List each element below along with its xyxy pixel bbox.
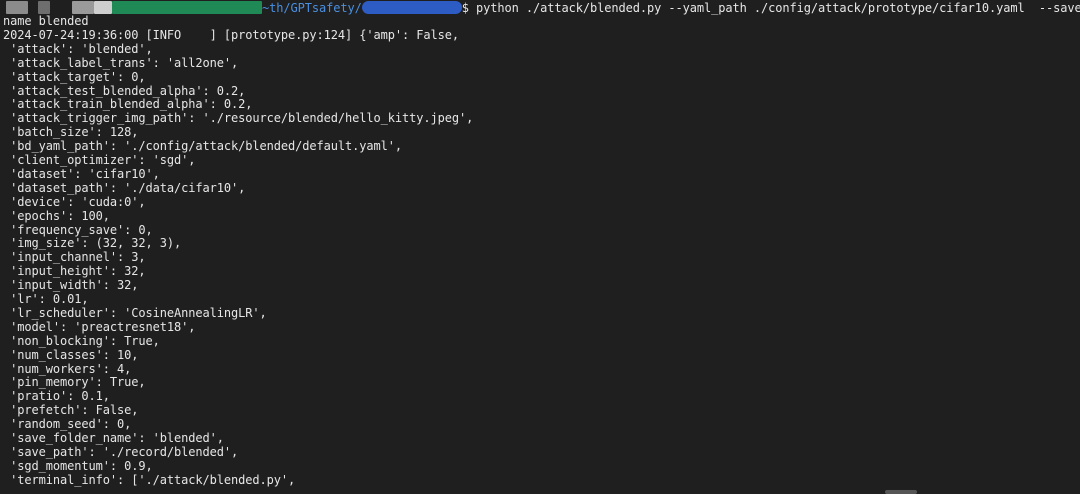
prompt-path: ~th/GPTsafety/ <box>262 0 362 15</box>
output-line: 'attack_target': 0, <box>3 69 146 84</box>
output-line: 'sgd_momentum': 0.9, <box>3 458 153 473</box>
output-line: 'attack': 'blended', <box>3 41 153 56</box>
output-line: 'input_width': 32, <box>3 278 139 293</box>
redacted-block-icon <box>72 1 94 14</box>
output-line: 'num_workers': 4, <box>3 361 132 376</box>
output-line: 'attack_label_trans': 'all2one', <box>3 55 239 70</box>
output-line: 'lr_scheduler': 'CosineAnnealingLR', <box>3 305 267 320</box>
output-line: 2024-07-24:19:36:00 [INFO ] [prototype.p… <box>3 27 459 42</box>
output-line: 'lr': 0.01, <box>3 292 89 306</box>
redacted-block-icon <box>112 1 262 14</box>
horizontal-scrollbar[interactable] <box>885 490 917 494</box>
redacted-block-icon <box>38 1 50 14</box>
output-line: 'model': 'preactresnet18', <box>3 319 196 334</box>
output-line: 'pin_memory': True, <box>3 375 146 390</box>
output-line: 'dataset': 'cifar10', <box>3 166 160 181</box>
output-line: 'num_classes': 10, <box>3 347 139 362</box>
redacted-block-icon <box>94 1 112 14</box>
output-line: 'dataset_path': './data/cifar10', <box>3 180 246 195</box>
output-line: 'attack_train_blended_alpha': 0.2, <box>3 97 253 112</box>
prompt-command: $ python ./attack/blended.py --yaml_path… <box>461 0 1080 15</box>
output-line: 'bd_yaml_path': './config/attack/blended… <box>3 139 402 154</box>
output-line: 'prefetch': False, <box>3 403 139 418</box>
output-line: 'attack_trigger_img_path': './resource/b… <box>3 111 474 126</box>
redacted-block-icon <box>361 1 462 14</box>
output-line: 'client_optimizer': 'sgd', <box>3 153 196 167</box>
terminal-window[interactable]: ~th/GPTsafety/ $ python ./attack/blended… <box>0 0 1080 494</box>
output-line: 'input_channel': 3, <box>3 250 146 265</box>
prompt-line: ~th/GPTsafety/ $ python ./attack/blended… <box>0 0 1080 15</box>
output-line: 'save_folder_name': 'blended', <box>3 431 224 445</box>
output-line: 'non_blocking': True, <box>3 333 160 348</box>
output-line: 'frequency_save': 0, <box>3 222 153 237</box>
output-line: 'save_path': './record/blended', <box>3 444 239 459</box>
output-line: 'epochs': 100, <box>3 208 110 223</box>
output-line: 'input_height': 32, <box>3 264 146 279</box>
output-line: 'img_size': (32, 32, 3), <box>3 236 182 251</box>
output-line: 'batch_size': 128, <box>3 125 139 140</box>
output-line: name blended <box>3 14 89 28</box>
output-line: 'terminal_info': ['./attack/blended.py', <box>3 472 296 487</box>
output-line: 'device': 'cuda:0', <box>3 194 146 209</box>
output-line: 'pratio': 0.1, <box>3 389 110 404</box>
output-line: 'random_seed': 0, <box>3 417 132 432</box>
redacted-block-icon <box>6 1 28 14</box>
output-line: 'attack_test_blended_alpha': 0.2, <box>3 83 246 98</box>
